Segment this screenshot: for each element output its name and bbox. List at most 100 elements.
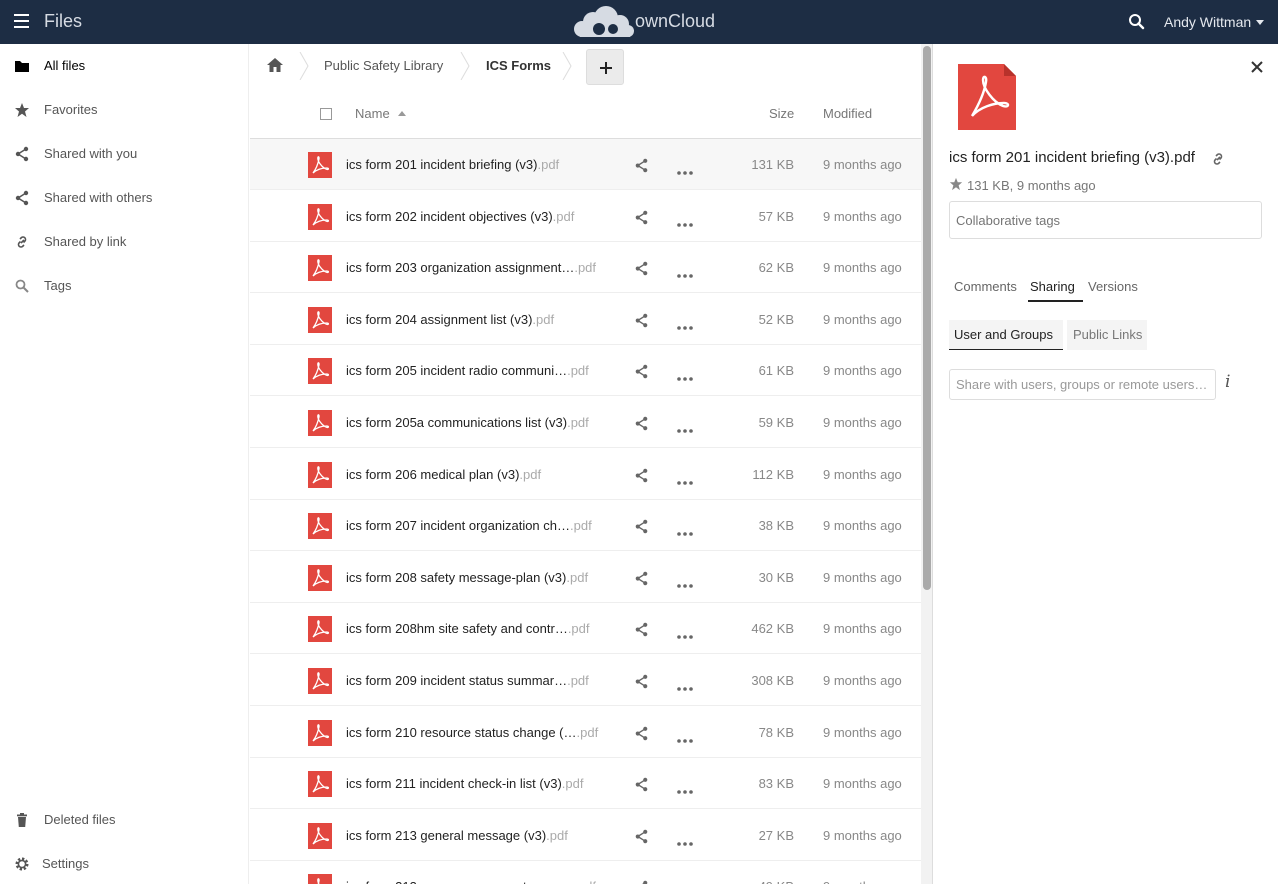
file-name[interactable]: ics form 207 incident organization ch….p… (346, 518, 592, 533)
table-row[interactable]: ics form 213rr resource request mess….pd… (250, 861, 921, 884)
more-actions-icon[interactable] (677, 318, 693, 330)
file-name[interactable]: ics form 213rr resource request mess….pd… (346, 879, 596, 884)
share-icon[interactable] (634, 777, 649, 792)
sidebar-item-shared-by-link[interactable]: Shared by link (0, 220, 249, 264)
sidebar-item-tags[interactable]: Tags (0, 264, 249, 308)
table-row[interactable]: ics form 208 safety message-plan (v3).pd… (250, 552, 921, 603)
more-actions-icon[interactable] (677, 627, 693, 640)
share-icon[interactable] (634, 158, 649, 173)
tab-versions[interactable]: Versions (1088, 279, 1138, 294)
column-header-modified[interactable]: Modified (823, 106, 872, 121)
more-actions-icon[interactable] (677, 215, 693, 227)
file-name[interactable]: ics form 203 organization assignment….pd… (346, 260, 596, 275)
file-name[interactable]: ics form 208 safety message-plan (v3).pd… (346, 570, 588, 585)
share-icon[interactable] (634, 571, 649, 586)
home-icon[interactable] (266, 56, 284, 74)
subtab-user-and-groups[interactable]: User and Groups (949, 320, 1063, 350)
breadcrumb-separator (562, 52, 572, 80)
scrollbar-thumb[interactable] (923, 46, 931, 590)
file-name[interactable]: ics form 208hm site safety and contr….pd… (346, 621, 590, 636)
file-name[interactable]: ics form 205a communications list (v3).p… (346, 415, 589, 430)
table-row[interactable]: ics form 211 incident check-in list (v3)… (250, 758, 921, 810)
more-actions-icon[interactable] (677, 679, 693, 691)
sidebar-item-deleted-files[interactable]: Deleted files (0, 798, 249, 842)
file-extension: .pdf (567, 621, 590, 637)
sidebar-item-shared-with-others[interactable]: Shared with others (0, 176, 249, 220)
breadcrumb-separator (460, 52, 470, 80)
sidebar-item-all-files[interactable]: All files (0, 44, 249, 88)
file-name[interactable]: ics form 211 incident check-in list (v3)… (346, 776, 583, 791)
file-name[interactable]: ics form 204 assignment list (v3).pdf (346, 312, 554, 327)
file-name[interactable]: ics form 201 incident briefing (v3).pdf (346, 157, 559, 172)
table-row[interactable]: ics form 206 medical plan (v3).pdf 112 KB… (250, 449, 921, 500)
share-icon[interactable] (634, 519, 649, 534)
share-icon[interactable] (634, 622, 649, 637)
file-basename: ics form 201 incident briefing (v3) (346, 157, 538, 172)
share-icon[interactable] (634, 210, 649, 225)
breadcrumb-item[interactable]: Public Safety Library (324, 58, 443, 73)
share-icon[interactable] (634, 880, 649, 884)
app-title[interactable]: Files (44, 11, 82, 32)
file-name[interactable]: ics form 209 incident status summar….pdf (346, 673, 589, 688)
file-name[interactable]: ics form 205 incident radio communi….pdf (346, 363, 589, 378)
file-name[interactable]: ics form 210 resource status change (….p… (346, 725, 598, 740)
star-icon[interactable] (949, 177, 963, 191)
table-row[interactable]: ics form 204 assignment list (v3).pdf 52 … (250, 294, 921, 345)
column-header-size[interactable]: Size (769, 106, 794, 121)
more-actions-icon[interactable] (677, 576, 693, 588)
more-actions-icon[interactable] (677, 524, 693, 536)
more-actions-icon[interactable] (677, 266, 693, 278)
sidebar-item-shared-with-you[interactable]: Shared with you (0, 132, 249, 176)
table-row[interactable]: ics form 210 resource status change (….p… (250, 707, 921, 758)
table-row[interactable]: ics form 205a communications list (v3).p… (250, 397, 921, 448)
user-menu[interactable]: Andy Wittman (1164, 14, 1265, 30)
sidebar-item-settings[interactable]: Settings (0, 842, 249, 884)
more-actions-icon[interactable] (677, 834, 693, 846)
table-row[interactable]: ics form 203 organization assignment….pd… (250, 242, 921, 294)
share-icon[interactable] (634, 313, 649, 328)
subtab-public-links[interactable]: Public Links (1067, 320, 1147, 350)
file-basename: ics form 205a communications list (v3) (346, 415, 568, 430)
search-icon[interactable] (1128, 13, 1146, 31)
share-icon[interactable] (634, 416, 649, 431)
new-file-button[interactable] (586, 49, 624, 85)
share-icon[interactable] (634, 261, 649, 276)
more-actions-icon[interactable] (677, 782, 693, 794)
share-icon[interactable] (634, 468, 649, 483)
link-icon[interactable] (1210, 151, 1226, 167)
table-row[interactable]: ics form 213 general message (v3).pdf 27 … (250, 810, 921, 861)
share-icon[interactable] (634, 726, 649, 741)
table-row[interactable]: ics form 201 incident briefing (v3).pdf 1… (250, 139, 921, 190)
share-with-input[interactable] (949, 369, 1216, 400)
more-actions-icon[interactable] (677, 421, 693, 433)
file-modified: 9 months ago (823, 776, 902, 792)
column-header-name[interactable]: Name (355, 106, 406, 121)
more-actions-icon[interactable] (677, 369, 693, 382)
more-actions-icon[interactable] (677, 163, 693, 175)
more-actions-icon[interactable] (677, 731, 693, 743)
table-row[interactable]: ics form 205 incident radio communi….pdf… (250, 345, 921, 397)
breadcrumb-item-current[interactable]: ICS Forms (486, 58, 551, 73)
table-row[interactable]: ics form 208hm site safety and contr….pd… (250, 603, 921, 655)
tab-comments[interactable]: Comments (954, 279, 1017, 294)
file-name[interactable]: ics form 213 general message (v3).pdf (346, 828, 568, 843)
file-extension: .pdf (576, 724, 599, 740)
share-icon[interactable] (634, 829, 649, 844)
sidebar-item-favorites[interactable]: Favorites (0, 88, 249, 132)
table-row[interactable]: ics form 209 incident status summar….pdf… (250, 655, 921, 706)
file-size: 59 KB (758, 415, 794, 430)
file-list-scrollbar[interactable] (921, 44, 933, 884)
collaborative-tags-input[interactable] (949, 201, 1262, 239)
file-name[interactable]: ics form 206 medical plan (v3).pdf (346, 467, 541, 482)
hamburger-icon[interactable] (14, 14, 30, 30)
share-icon[interactable] (634, 364, 649, 379)
table-row[interactable]: ics form 207 incident organization ch….p… (250, 500, 921, 552)
more-actions-icon[interactable] (677, 473, 693, 485)
close-icon[interactable] (1250, 60, 1264, 74)
share-icon[interactable] (634, 674, 649, 689)
table-row[interactable]: ics form 202 incident objectives (v3).pd… (250, 191, 921, 242)
select-all-checkbox[interactable] (320, 108, 332, 120)
file-name[interactable]: ics form 202 incident objectives (v3).pd… (346, 209, 574, 224)
info-icon[interactable]: i (1225, 372, 1230, 392)
tab-sharing[interactable]: Sharing (1030, 279, 1075, 294)
